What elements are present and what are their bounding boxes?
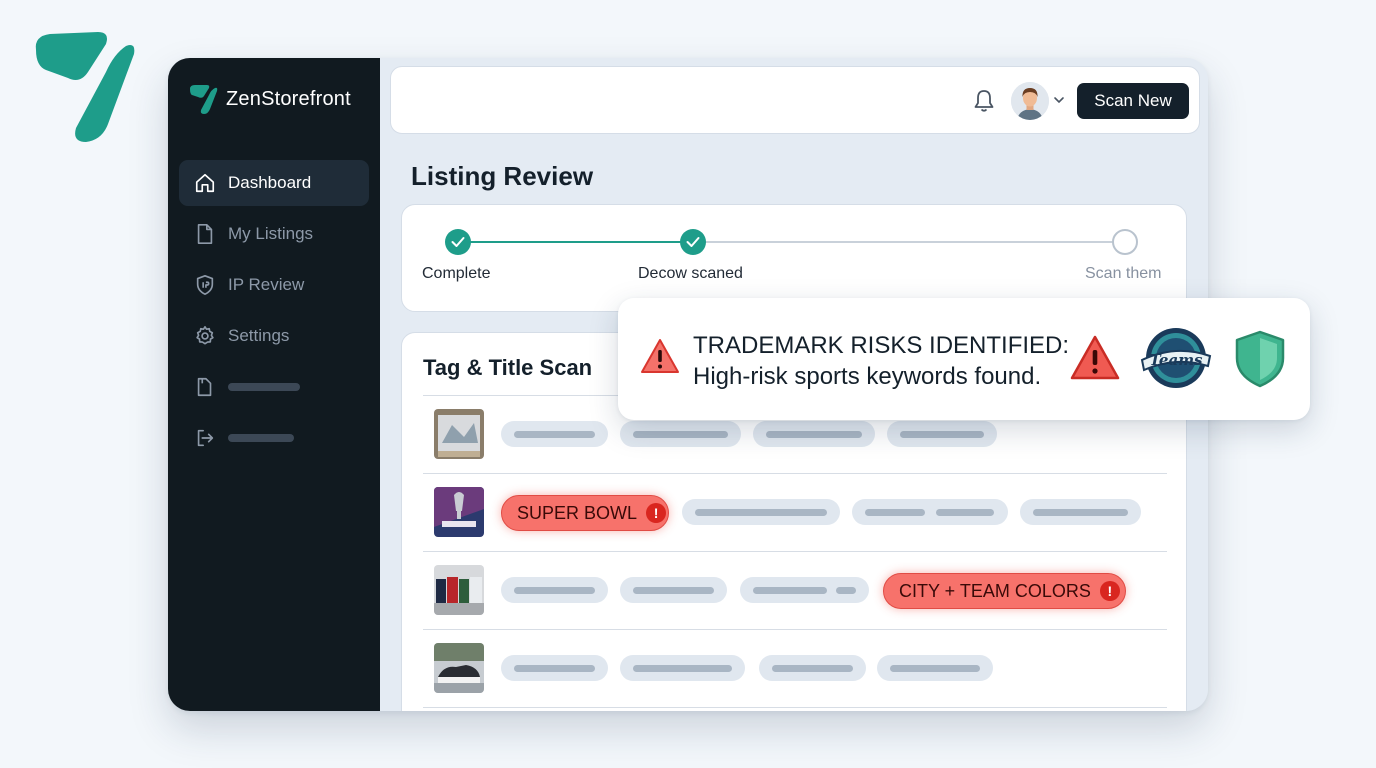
keyword-tag[interactable]: [740, 577, 869, 603]
sidebar-item-ip-review[interactable]: IP Review: [179, 262, 369, 308]
bell-icon[interactable]: [973, 89, 995, 113]
progress-stepper: Complete Decow scaned Scan them: [401, 204, 1187, 312]
warning-icon: [641, 339, 679, 373]
table-row[interactable]: SUPER BOWL !: [423, 473, 1167, 551]
check-icon: [686, 237, 700, 247]
alert-circle-icon: !: [1099, 581, 1120, 601]
table-row[interactable]: CITY + TEAM COLORS !: [423, 551, 1167, 629]
keyword-tag[interactable]: [1020, 499, 1141, 525]
product-thumbnail: [434, 409, 484, 459]
table-row[interactable]: [423, 629, 1167, 707]
top-bar: Scan New: [390, 66, 1200, 134]
sidebar-item-label: IP Review: [228, 275, 305, 294]
alert-detail: High-risk sports keywords found.: [693, 363, 1042, 390]
product-thumbnail: [434, 487, 484, 537]
sidebar-item-label: Settings: [228, 326, 290, 345]
risk-tag-super-bowl[interactable]: SUPER BOWL !: [501, 495, 669, 531]
logout-icon: [197, 429, 214, 447]
risk-tag-label: CITY + TEAM COLORS: [899, 580, 1091, 601]
step-label-decow: Decow scaned: [638, 265, 743, 282]
brand-name: ZenStorefront: [226, 87, 351, 110]
file-icon: [197, 377, 212, 397]
keyword-tag[interactable]: [620, 655, 745, 681]
sidebar-item-placeholder-2[interactable]: [179, 415, 369, 461]
home-icon: [195, 173, 215, 193]
table-row: [423, 707, 1167, 711]
keyword-tag[interactable]: [620, 421, 741, 447]
step-decow-dot[interactable]: [680, 229, 706, 255]
sidebar-item-label: Dashboard: [228, 173, 312, 192]
shield-ip-icon: [196, 275, 214, 295]
sidebar-item-settings[interactable]: Settings: [179, 313, 369, 359]
trademark-alert-card[interactable]: TRADEMARK RISKS IDENTIFIED: High-risk sp…: [618, 298, 1310, 420]
keyword-tag[interactable]: [887, 421, 997, 447]
alert-message: TRADEMARK RISKS IDENTIFIED: High-risk sp…: [693, 330, 1069, 392]
sidebar-item-label-placeholder: [228, 383, 300, 391]
team-badge-text: Teams: [1149, 351, 1203, 369]
gear-icon: [196, 326, 214, 345]
sidebar-nav: Dashboard My Listings IP Review Settings: [168, 160, 380, 461]
stepper-line-complete: [458, 241, 693, 243]
step-scan-dot[interactable]: [1112, 229, 1138, 255]
sidebar-item-placeholder-1[interactable]: [179, 364, 369, 410]
page-title: Listing Review: [411, 161, 594, 191]
brand[interactable]: ZenStorefront: [168, 78, 380, 120]
alert-title: TRADEMARK RISKS IDENTIFIED:: [693, 332, 1070, 359]
keyword-tag[interactable]: [501, 577, 608, 603]
sidebar-item-dashboard[interactable]: Dashboard: [179, 160, 369, 206]
shield-check-icon: [1235, 330, 1285, 388]
keyword-tag[interactable]: [759, 655, 866, 681]
avatar-image: [1011, 82, 1049, 120]
keyword-tag[interactable]: [682, 499, 840, 525]
sidebar-item-label-placeholder: [228, 434, 294, 442]
keyword-tag[interactable]: [852, 499, 1008, 525]
keyword-tag[interactable]: [753, 421, 875, 447]
scan-panel-title: Tag & Title Scan: [423, 355, 593, 380]
step-label-complete: Complete: [422, 265, 491, 282]
document-icon: [197, 224, 213, 244]
sidebar: ZenStorefront Dashboard My Listings IP R…: [168, 58, 380, 711]
avatar[interactable]: [1011, 82, 1049, 120]
risk-tag-city-team-colors[interactable]: CITY + TEAM COLORS !: [883, 573, 1126, 609]
chevron-down-icon[interactable]: [1053, 95, 1065, 105]
product-thumbnail: [434, 643, 484, 693]
keyword-tag[interactable]: [501, 421, 608, 447]
risk-tag-label: SUPER BOWL: [517, 502, 638, 523]
stepper-line-pending: [693, 241, 1124, 243]
sidebar-item-label: My Listings: [228, 224, 314, 243]
brand-logo-large: [35, 32, 135, 142]
team-logo-badge: Teams: [1140, 328, 1212, 388]
step-label-scan: Scan them: [1085, 265, 1162, 282]
keyword-tag[interactable]: [620, 577, 727, 603]
scan-new-button[interactable]: Scan New: [1077, 83, 1189, 119]
sidebar-item-my-listings[interactable]: My Listings: [179, 211, 369, 257]
keyword-tag[interactable]: [501, 655, 608, 681]
product-thumbnail: [434, 565, 484, 615]
warning-icon-large: [1070, 335, 1120, 380]
brand-logo-icon: [190, 85, 218, 114]
keyword-tag[interactable]: [877, 655, 993, 681]
check-icon: [451, 237, 465, 247]
step-complete-dot[interactable]: [445, 229, 471, 255]
alert-circle-icon: !: [646, 503, 667, 523]
